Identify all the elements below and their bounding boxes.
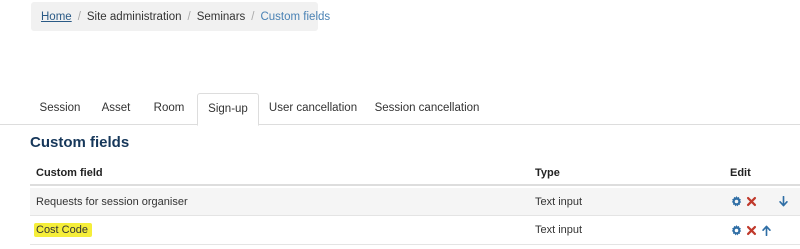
breadcrumb-custom-fields[interactable]: Custom fields — [260, 11, 330, 23]
delete-icon[interactable] — [745, 224, 757, 236]
arrow-up-icon[interactable] — [760, 224, 772, 236]
table-header-row: Custom field Type Edit — [30, 161, 800, 186]
tab-user-cancellation[interactable]: User cancellation — [261, 93, 365, 125]
arrow-down-icon[interactable] — [777, 196, 789, 208]
custom-field-type: Text input — [535, 224, 583, 236]
gear-icon[interactable] — [730, 224, 742, 236]
tab-asset[interactable]: Asset — [92, 93, 140, 125]
breadcrumb-seminars[interactable]: Seminars — [197, 11, 246, 23]
delete-icon[interactable] — [745, 196, 757, 208]
highlighted-field-name: Cost Code — [34, 223, 92, 237]
gear-icon[interactable] — [730, 196, 742, 208]
table-row: Requests for session organiser Text inpu… — [30, 188, 800, 216]
column-header-edit: Edit — [730, 166, 751, 179]
breadcrumb: Home / Site administration / Seminars / … — [31, 2, 330, 31]
tab-bar: Session Asset Room Sign-up User cancella… — [0, 93, 800, 126]
breadcrumb-separator: / — [77, 10, 81, 23]
row-actions — [730, 188, 789, 215]
tab-sign-up[interactable]: Sign-up — [197, 93, 259, 126]
section-title: Custom fields — [30, 134, 130, 151]
row-actions — [730, 216, 772, 244]
tab-session-cancellation[interactable]: Session cancellation — [367, 93, 487, 125]
tab-room[interactable]: Room — [142, 93, 196, 125]
breadcrumb-separator: / — [187, 10, 191, 23]
custom-field-type: Text input — [535, 195, 583, 208]
breadcrumb-home[interactable]: Home — [41, 11, 72, 23]
custom-field-name: Cost Code — [34, 216, 92, 244]
breadcrumb-separator: / — [251, 10, 255, 23]
table-row: Cost Code Text input — [30, 216, 800, 245]
column-header-type: Type — [535, 166, 560, 179]
breadcrumb-site-administration[interactable]: Site administration — [87, 11, 182, 23]
custom-field-name: Requests for session organiser — [36, 195, 188, 208]
tab-session[interactable]: Session — [30, 93, 90, 125]
column-header-custom-field: Custom field — [36, 166, 103, 179]
